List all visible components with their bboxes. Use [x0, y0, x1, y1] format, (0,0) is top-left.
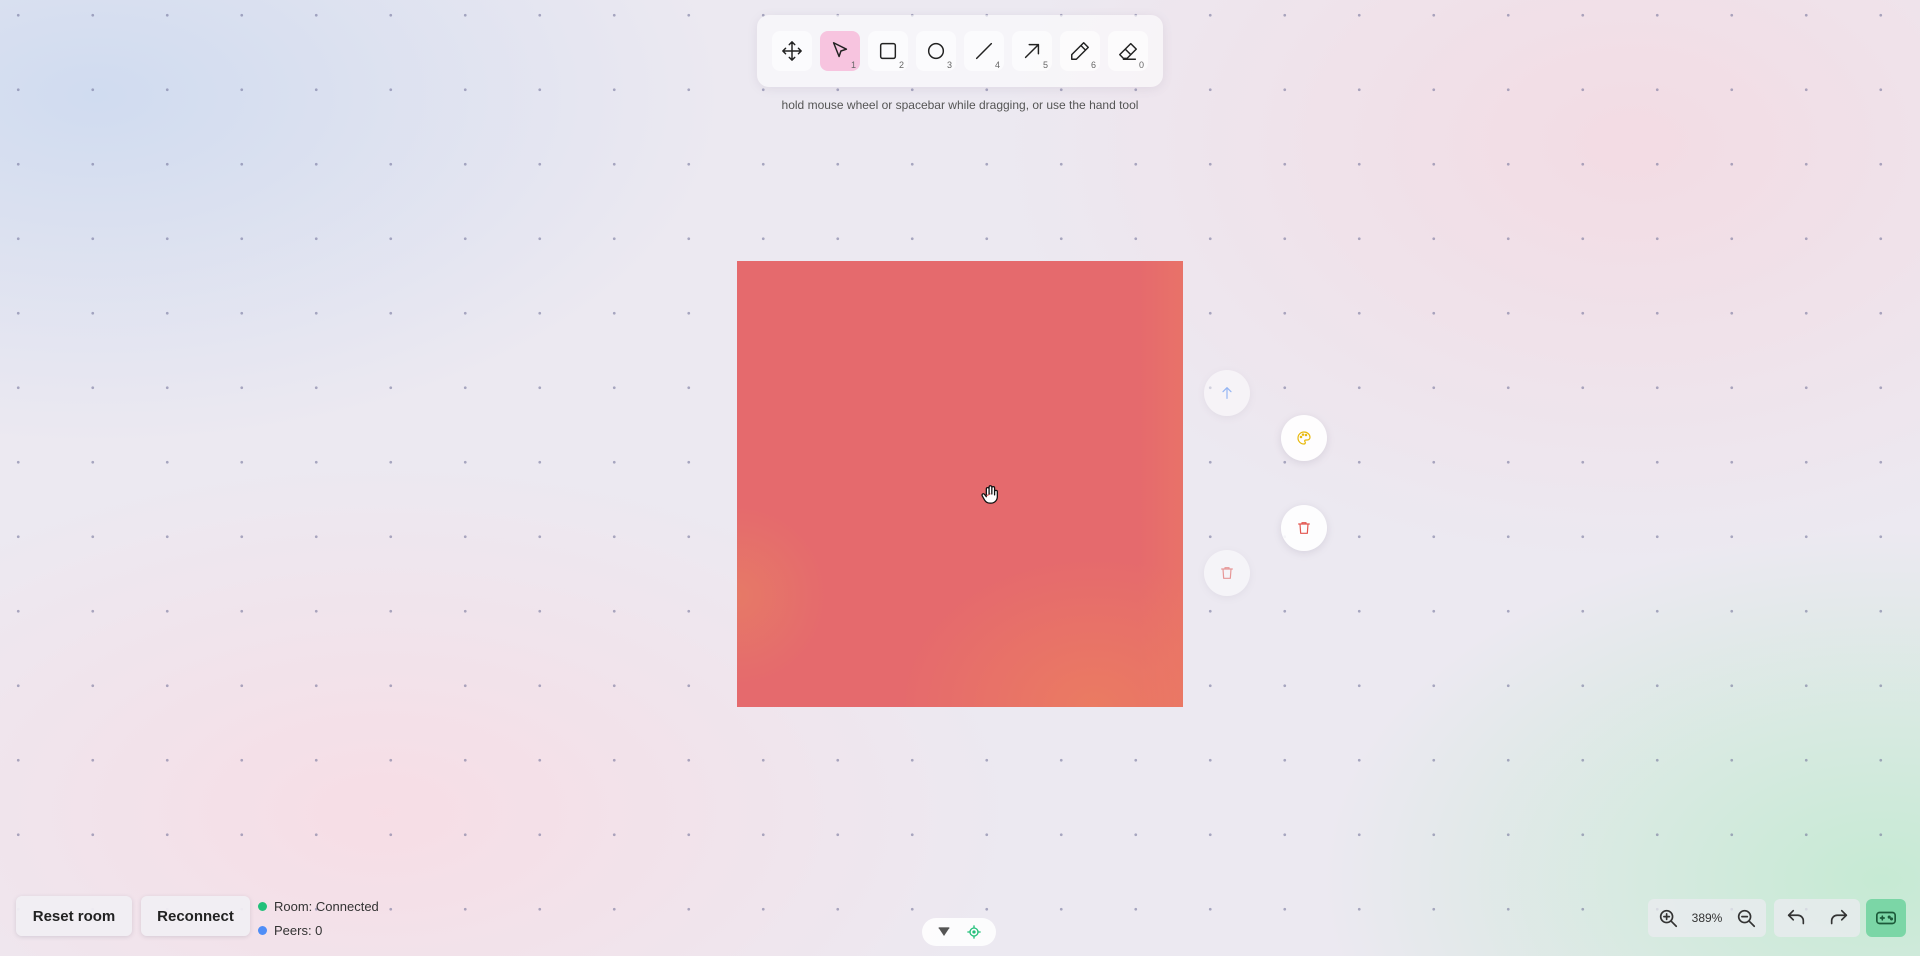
delete-shape-button[interactable] [1281, 505, 1327, 551]
tool-arrow-key: 5 [1042, 60, 1048, 70]
locate-crosshair-icon[interactable] [966, 924, 982, 940]
cursor-arrow-icon [832, 42, 848, 58]
zoom-in-button[interactable] [1654, 904, 1682, 932]
zoom-level: 389% [1691, 911, 1723, 925]
tool-arrow[interactable]: 5 [1012, 31, 1052, 71]
game-mode-button[interactable] [1866, 899, 1906, 937]
reconnect-button[interactable]: Reconnect [141, 896, 250, 936]
history-controls [1774, 899, 1860, 937]
pan-hint: hold mouse wheel or spacebar while dragg… [781, 98, 1139, 112]
room-status: Room: Connected [258, 899, 379, 914]
zoom-out-button[interactable] [1732, 904, 1760, 932]
tool-rectangle[interactable]: 2 [868, 31, 908, 71]
tool-pencil-key: 6 [1090, 60, 1096, 70]
tool-select[interactable]: 1 [820, 31, 860, 71]
peers-text: Peers: 0 [274, 923, 323, 938]
tool-eraser-key: 0 [1138, 60, 1144, 70]
square-icon [879, 42, 897, 60]
canvas-rectangle-shape[interactable] [737, 261, 1183, 707]
redo-icon [1830, 909, 1847, 925]
tool-eraser[interactable]: 0 [1108, 31, 1148, 71]
arrow-up-icon [1222, 387, 1232, 399]
undo-icon [1787, 909, 1804, 925]
filter-funnel-icon[interactable] [936, 924, 952, 940]
room-status-indicator [258, 902, 267, 911]
tool-ellipse[interactable]: 3 [916, 31, 956, 71]
tool-rectangle-key: 2 [898, 60, 904, 70]
gamepad-icon [1876, 911, 1896, 925]
tool-ellipse-key: 3 [946, 60, 952, 70]
bottom-center-controls [922, 918, 996, 946]
arrow-icon [1024, 43, 1040, 59]
redo-button[interactable] [1825, 904, 1853, 932]
tool-line[interactable]: 4 [964, 31, 1004, 71]
zoom-out-icon [1737, 909, 1756, 928]
ghost-delete-button[interactable] [1204, 550, 1250, 596]
undo-button[interactable] [1782, 904, 1810, 932]
hand-grab-icon [981, 485, 998, 504]
peers-indicator [258, 926, 267, 935]
pencil-icon [1071, 42, 1089, 60]
trash-icon [1298, 522, 1310, 534]
palette-icon [1297, 431, 1311, 445]
tool-hand[interactable] [772, 31, 812, 71]
zoom-controls: 389% [1648, 899, 1766, 937]
reset-room-button[interactable]: Reset room [16, 896, 132, 936]
move-icon [782, 41, 802, 61]
line-icon [975, 42, 993, 60]
tool-select-key: 1 [850, 60, 856, 70]
color-picker-button[interactable] [1281, 415, 1327, 461]
tool-palette: 1 2 3 4 5 6 0 [757, 15, 1163, 87]
circle-icon [927, 42, 945, 60]
eraser-icon [1119, 42, 1137, 60]
bring-forward-button[interactable] [1204, 370, 1250, 416]
zoom-in-icon [1659, 909, 1678, 928]
room-status-text: Room: Connected [274, 899, 379, 914]
tool-pencil[interactable]: 6 [1060, 31, 1100, 71]
trash-icon [1221, 567, 1233, 579]
tool-line-key: 4 [994, 60, 1000, 70]
peers-status: Peers: 0 [258, 923, 322, 938]
